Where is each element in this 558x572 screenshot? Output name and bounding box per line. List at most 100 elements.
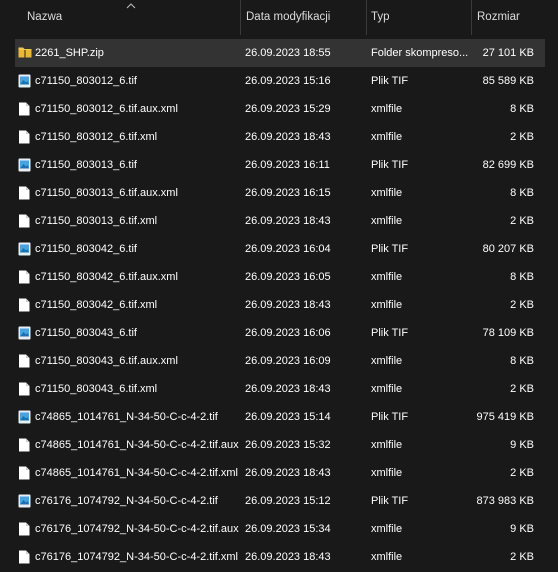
column-header-name[interactable]: Nazwa: [0, 0, 240, 35]
xml-file-icon: [18, 354, 32, 368]
column-header-type[interactable]: Typ: [366, 0, 471, 35]
file-size: 80 207 KB: [482, 243, 534, 255]
file-modified-date: 26.09.2023 16:05: [245, 271, 331, 283]
file-row[interactable]: c74865_1014761_N-34-50-C-c-4-2.tif.aux..…: [15, 431, 545, 459]
file-name: c71150_803013_6.tif.xml: [35, 215, 158, 227]
file-type: xmlfile: [371, 215, 403, 227]
file-size: 2 KB: [510, 551, 534, 563]
xml-file-icon: [18, 270, 32, 284]
file-size: 2 KB: [510, 467, 534, 479]
file-type: xmlfile: [371, 383, 403, 395]
tif-image-icon: [18, 326, 32, 340]
xml-file-icon: [18, 102, 32, 116]
file-modified-date: 26.09.2023 18:43: [245, 215, 331, 227]
file-size: 85 589 KB: [482, 75, 534, 87]
file-size: 2 KB: [510, 299, 534, 311]
file-size: 8 KB: [510, 355, 534, 367]
file-name: c71150_803012_6.tif.xml: [35, 131, 158, 143]
xml-file-icon: [18, 550, 32, 564]
file-modified-date: 26.09.2023 15:16: [245, 75, 331, 87]
file-row[interactable]: c76176_1074792_N-34-50-C-c-4-2.tif.xml 26…: [15, 543, 545, 571]
file-name: c71150_803043_6.tif.xml: [35, 383, 158, 395]
file-row[interactable]: 2261_SHP.zip 26.09.2023 18:55 Folder skomp…: [15, 39, 545, 67]
file-type: Plik TIF: [371, 495, 409, 507]
file-row[interactable]: c76176_1074792_N-34-50-C-c-4-2.tif.aux..…: [15, 515, 545, 543]
file-modified-date: 26.09.2023 16:06: [245, 327, 331, 339]
file-modified-date: 26.09.2023 18:43: [245, 383, 331, 395]
file-type: xmlfile: [371, 187, 403, 199]
file-modified-date: 26.09.2023 16:04: [245, 243, 331, 255]
file-name: c71150_803012_6.tif.aux.xml: [35, 103, 178, 115]
file-row[interactable]: c71150_803042_6.tif.xml 26.09.2023 18:43 x…: [15, 291, 545, 319]
file-size: 78 109 KB: [482, 327, 534, 339]
file-name: c74865_1014761_N-34-50-C-c-4-2.tif.xml: [35, 467, 238, 479]
xml-file-icon: [18, 438, 32, 452]
file-name: 2261_SHP.zip: [35, 47, 104, 59]
file-modified-date: 26.09.2023 15:29: [245, 103, 331, 115]
file-modified-date: 26.09.2023 18:43: [245, 551, 331, 563]
file-modified-date: 26.09.2023 16:11: [245, 159, 330, 171]
file-row[interactable]: c76176_1074792_N-34-50-C-c-4-2.tif 26.09.…: [15, 487, 545, 515]
file-modified-date: 26.09.2023 15:34: [245, 523, 331, 535]
xml-file-icon: [18, 130, 32, 144]
file-modified-date: 26.09.2023 18:43: [245, 131, 331, 143]
file-type: Folder skompreso...: [371, 47, 469, 59]
file-type: xmlfile: [371, 523, 403, 535]
column-header-size-label: Rozmiar: [477, 11, 520, 23]
file-size: 873 983 KB: [476, 495, 535, 507]
file-modified-date: 26.09.2023 18:43: [245, 299, 331, 311]
file-row[interactable]: c71150_803013_6.tif.aux.xml 26.09.2023 16…: [15, 179, 545, 207]
file-row[interactable]: c71150_803043_6.tif.xml 26.09.2023 18:43 x…: [15, 375, 545, 403]
file-size: 9 KB: [510, 439, 534, 451]
tif-image-icon: [18, 494, 32, 508]
file-row[interactable]: c71150_803043_6.tif.aux.xml 26.09.2023 16…: [15, 347, 545, 375]
file-row[interactable]: c71150_803012_6.tif 26.09.2023 15:16 Plik …: [15, 67, 545, 95]
file-type: xmlfile: [371, 103, 403, 115]
file-name: c74865_1014761_N-34-50-C-c-4-2.tif.aux..…: [35, 439, 239, 451]
file-row[interactable]: c71150_803043_6.tif 26.09.2023 16:06 Plik …: [15, 319, 545, 347]
file-size: 8 KB: [510, 187, 534, 199]
column-header-size[interactable]: Rozmiar: [471, 0, 558, 35]
column-header-date[interactable]: Data modyfikacji: [240, 0, 366, 35]
zip-folder-icon: [18, 46, 32, 60]
xml-file-icon: [18, 466, 32, 480]
sort-ascending-icon: [126, 3, 136, 9]
file-type: xmlfile: [371, 271, 403, 283]
file-name: c76176_1074792_N-34-50-C-c-4-2.tif: [35, 495, 218, 507]
file-name: c71150_803042_6.tif.xml: [35, 299, 158, 311]
file-row[interactable]: c71150_803013_6.tif 26.09.2023 16:11 Plik …: [15, 151, 545, 179]
file-size: 2 KB: [510, 215, 534, 227]
column-header-bar: Nazwa Data modyfikacji Typ Rozmiar: [0, 0, 558, 35]
tif-image-icon: [18, 158, 32, 172]
column-header-name-label: Nazwa: [27, 11, 63, 23]
file-row[interactable]: c71150_803013_6.tif.xml 26.09.2023 18:43 x…: [15, 207, 545, 235]
file-type: Plik TIF: [371, 243, 409, 255]
file-size: 8 KB: [510, 103, 534, 115]
file-row[interactable]: c71150_803012_6.tif.aux.xml 26.09.2023 15…: [15, 95, 545, 123]
file-type: Plik TIF: [371, 75, 409, 87]
file-type: xmlfile: [371, 439, 403, 451]
file-size: 9 KB: [510, 523, 534, 535]
xml-file-icon: [18, 214, 32, 228]
file-type: Plik TIF: [371, 159, 409, 171]
file-row[interactable]: c74865_1014761_N-34-50-C-c-4-2.tif 26.09.…: [15, 403, 545, 431]
file-size: 975 419 KB: [476, 411, 535, 423]
file-modified-date: 26.09.2023 16:09: [245, 355, 331, 367]
file-name: c71150_803042_6.tif: [35, 243, 137, 255]
file-type: xmlfile: [371, 299, 403, 311]
file-type: xmlfile: [371, 131, 403, 143]
file-modified-date: 26.09.2023 15:14: [245, 411, 331, 423]
file-row[interactable]: c71150_803042_6.tif.aux.xml 26.09.2023 16…: [15, 263, 545, 291]
file-name: c71150_803043_6.tif.aux.xml: [35, 355, 178, 367]
file-row[interactable]: c71150_803042_6.tif 26.09.2023 16:04 Plik …: [15, 235, 545, 263]
file-size: 8 KB: [510, 271, 534, 283]
file-modified-date: 26.09.2023 15:12: [245, 495, 331, 507]
file-name: c74865_1014761_N-34-50-C-c-4-2.tif: [35, 411, 218, 423]
file-type: xmlfile: [371, 355, 403, 367]
column-header-date-label: Data modyfikacji: [246, 11, 331, 23]
file-row[interactable]: c74865_1014761_N-34-50-C-c-4-2.tif.xml 26…: [15, 459, 545, 487]
xml-file-icon: [18, 298, 32, 312]
file-row[interactable]: c71150_803012_6.tif.xml 26.09.2023 18:43 x…: [15, 123, 545, 151]
file-type: Plik TIF: [371, 411, 409, 423]
file-modified-date: 26.09.2023 16:15: [245, 187, 331, 199]
